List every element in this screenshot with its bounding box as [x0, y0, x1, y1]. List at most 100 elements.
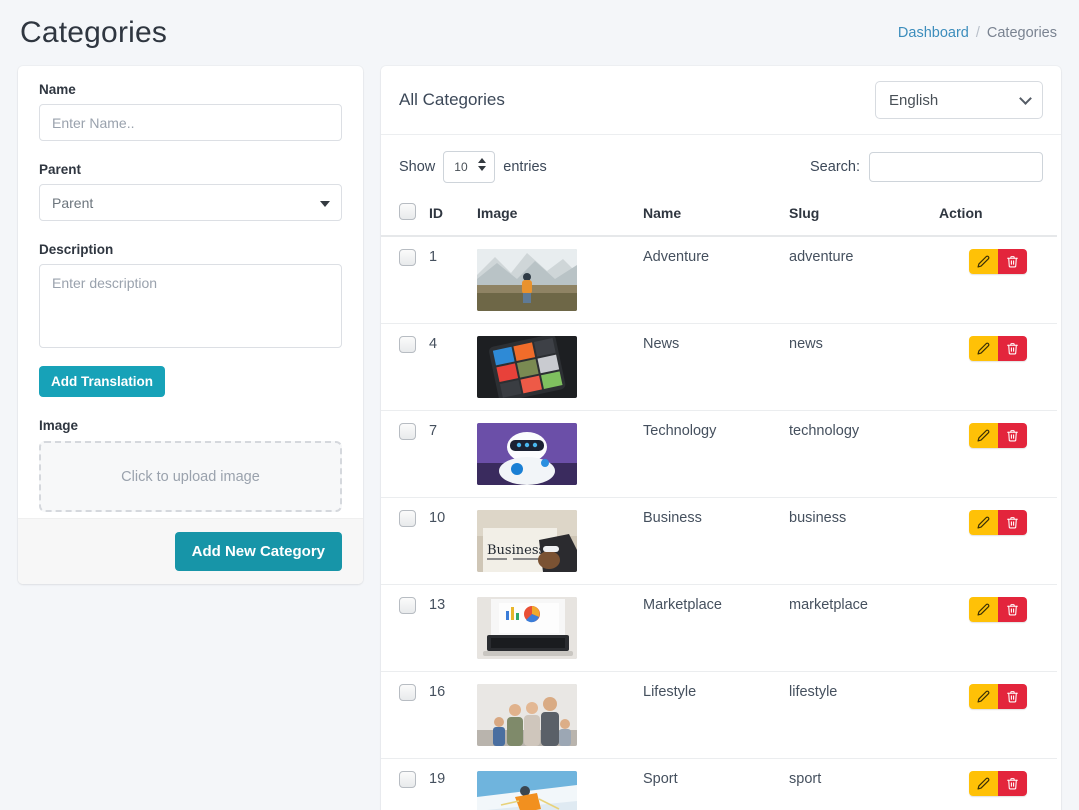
breadcrumb-separator: /	[976, 25, 980, 41]
row-select-cell	[381, 672, 429, 759]
row-id: 1	[429, 236, 477, 324]
row-slug: lifestyle	[789, 672, 939, 759]
hiker-mountain-photo	[477, 249, 577, 311]
pencil-icon[interactable]	[969, 336, 998, 361]
show-label: Show	[399, 159, 435, 175]
trash-icon[interactable]	[998, 336, 1027, 361]
row-slug: business	[789, 498, 939, 585]
row-name: Technology	[643, 411, 789, 498]
column-slug[interactable]: Slug	[789, 193, 939, 236]
row-image-cell	[477, 585, 643, 672]
add-category-form: Name Parent Parent Description Add Trans…	[18, 66, 363, 518]
row-image-cell: Business	[477, 498, 643, 585]
row-image-cell	[477, 324, 643, 411]
pencil-icon[interactable]	[969, 771, 998, 796]
categories-table-head: ID Image Name Slug Action	[381, 193, 1057, 236]
pencil-icon[interactable]	[969, 423, 998, 448]
table-header-row: ID Image Name Slug Action	[381, 193, 1057, 236]
table-row: 16 Lifestyle lifestyle	[381, 672, 1057, 759]
column-name[interactable]: Name	[643, 193, 789, 236]
table-card-header: All Categories English	[381, 66, 1061, 135]
trash-icon[interactable]	[998, 249, 1027, 274]
row-select-cell	[381, 324, 429, 411]
entries-select-wrap: 10	[443, 151, 495, 183]
row-action-group	[969, 423, 1027, 448]
name-label: Name	[39, 82, 342, 97]
table-row: 10 Business Business business	[381, 498, 1057, 585]
parent-select[interactable]: Parent	[39, 184, 342, 221]
row-action-group	[969, 249, 1027, 274]
row-select-cell	[381, 498, 429, 585]
search-label: Search:	[810, 159, 860, 175]
row-checkbox[interactable]	[399, 423, 416, 440]
trash-icon[interactable]	[998, 771, 1027, 796]
breadcrumb-current: Categories	[987, 25, 1057, 41]
row-checkbox[interactable]	[399, 336, 416, 353]
description-label: Description	[39, 242, 342, 257]
add-new-category-button[interactable]: Add New Category	[175, 532, 342, 571]
table-row: 4 News news	[381, 324, 1057, 411]
row-action-group	[969, 684, 1027, 709]
pencil-icon[interactable]	[969, 597, 998, 622]
select-all-checkbox[interactable]	[399, 203, 416, 220]
breadcrumb-dashboard-link[interactable]: Dashboard	[898, 25, 969, 41]
row-checkbox[interactable]	[399, 510, 416, 527]
pencil-icon[interactable]	[969, 510, 998, 535]
skier-snow-photo	[477, 771, 577, 810]
row-select-cell	[381, 585, 429, 672]
name-input[interactable]	[39, 104, 342, 141]
row-image-cell	[477, 672, 643, 759]
row-select-cell	[381, 411, 429, 498]
table-row: 7 Technology technology	[381, 411, 1057, 498]
row-checkbox[interactable]	[399, 597, 416, 614]
trash-icon[interactable]	[998, 510, 1027, 535]
image-upload-dropzone[interactable]: Click to upload image	[39, 441, 342, 512]
trash-icon[interactable]	[998, 597, 1027, 622]
show-entries-control: Show 10 entries	[399, 151, 547, 183]
column-image[interactable]: Image	[477, 193, 643, 236]
search-input[interactable]	[869, 152, 1043, 182]
entries-select[interactable]: 10	[443, 151, 495, 183]
language-select-wrap: English	[875, 81, 1043, 119]
breadcrumb: Dashboard / Categories	[898, 25, 1057, 41]
entries-label: entries	[503, 159, 547, 175]
pencil-icon[interactable]	[969, 249, 998, 274]
add-category-card: Name Parent Parent Description Add Trans…	[18, 66, 363, 584]
row-id: 10	[429, 498, 477, 585]
row-id: 7	[429, 411, 477, 498]
pencil-icon[interactable]	[969, 684, 998, 709]
row-slug: news	[789, 324, 939, 411]
row-checkbox[interactable]	[399, 771, 416, 788]
description-textarea[interactable]	[39, 264, 342, 348]
row-select-cell	[381, 759, 429, 810]
white-robot-photo	[477, 423, 577, 485]
row-checkbox[interactable]	[399, 249, 416, 266]
add-category-card-footer: Add New Category	[18, 518, 363, 584]
row-checkbox[interactable]	[399, 684, 416, 701]
trash-icon[interactable]	[998, 423, 1027, 448]
row-name: Business	[643, 498, 789, 585]
column-select-all	[381, 193, 429, 236]
row-slug: marketplace	[789, 585, 939, 672]
trash-icon[interactable]	[998, 684, 1027, 709]
column-id[interactable]: ID	[429, 193, 477, 236]
row-action-cell	[939, 236, 1057, 324]
row-image-cell	[477, 236, 643, 324]
svg-text:Business: Business	[487, 543, 545, 558]
row-id: 4	[429, 324, 477, 411]
table-row: 13 Marketplace marketplace	[381, 585, 1057, 672]
categories-page: Categories Dashboard / Categories Name P…	[0, 0, 1079, 810]
row-action-cell	[939, 759, 1057, 810]
row-slug: sport	[789, 759, 939, 810]
business-newspaper-photo: Business	[477, 510, 577, 572]
row-name: News	[643, 324, 789, 411]
page-header: Categories Dashboard / Categories	[0, 0, 1079, 66]
add-translation-button[interactable]: Add Translation	[39, 366, 165, 397]
table-row: 1 Adventure adventure	[381, 236, 1057, 324]
language-select[interactable]: English	[875, 81, 1043, 119]
image-label: Image	[39, 418, 342, 433]
image-upload-text: Click to upload image	[121, 469, 260, 485]
column-action: Action	[939, 193, 1057, 236]
categories-table: ID Image Name Slug Action 1	[381, 193, 1057, 810]
row-id: 13	[429, 585, 477, 672]
